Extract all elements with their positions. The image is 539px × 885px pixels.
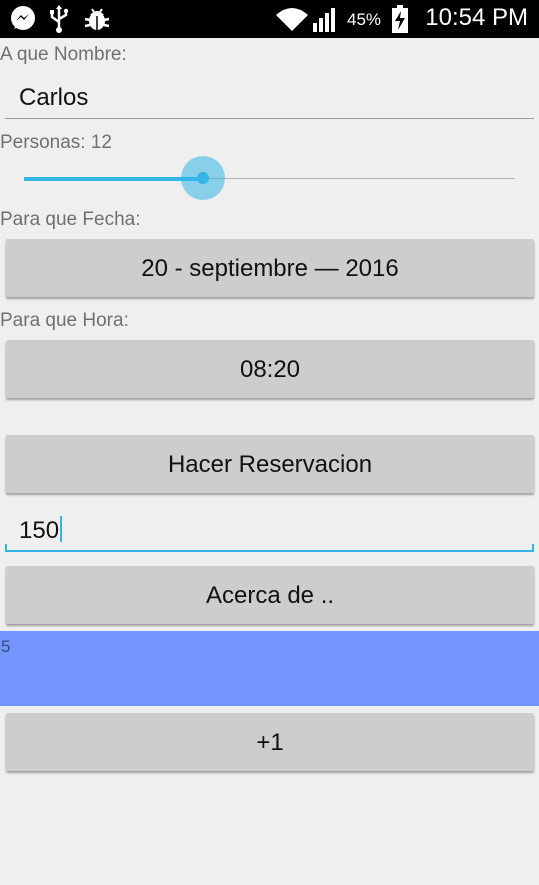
date-label: Para que Fecha: [0, 209, 141, 230]
about-button[interactable]: Acerca de .. [6, 566, 534, 624]
persons-slider[interactable] [0, 150, 539, 210]
underline-left-tick [5, 544, 7, 552]
counter-display: 5 [0, 631, 539, 706]
name-input[interactable]: Carlos [19, 84, 88, 112]
date-button[interactable]: 20 - septiembre — 2016 [6, 239, 534, 297]
amount-input[interactable]: 150 [19, 516, 63, 545]
name-input-underline [5, 118, 534, 119]
messenger-icon [11, 6, 35, 30]
slider-track-filled [24, 177, 204, 181]
wifi-icon [276, 8, 308, 31]
android-debug-icon [84, 8, 110, 30]
time-label: Para que Hora: [0, 310, 129, 331]
reserve-button[interactable]: Hacer Reservacion [6, 435, 534, 493]
text-cursor [60, 516, 63, 542]
clock: 10:54 PM [425, 4, 528, 31]
battery-charging-icon [392, 5, 408, 33]
slider-track-empty [204, 178, 515, 179]
amount-input-underline [5, 550, 534, 552]
signal-icon [313, 8, 335, 32]
battery-percent: 45% [347, 10, 382, 29]
underline-right-tick [532, 544, 534, 552]
usb-icon [50, 5, 69, 33]
slider-thumb[interactable] [181, 156, 225, 200]
time-button[interactable]: 08:20 [6, 340, 534, 398]
name-label: A que Nombre: [0, 44, 127, 65]
status-bar: 45% 10:54 PM [0, 0, 539, 38]
counter-value: 5 [1, 637, 11, 656]
increment-button[interactable]: +1 [6, 713, 534, 771]
amount-value: 150 [19, 517, 60, 544]
